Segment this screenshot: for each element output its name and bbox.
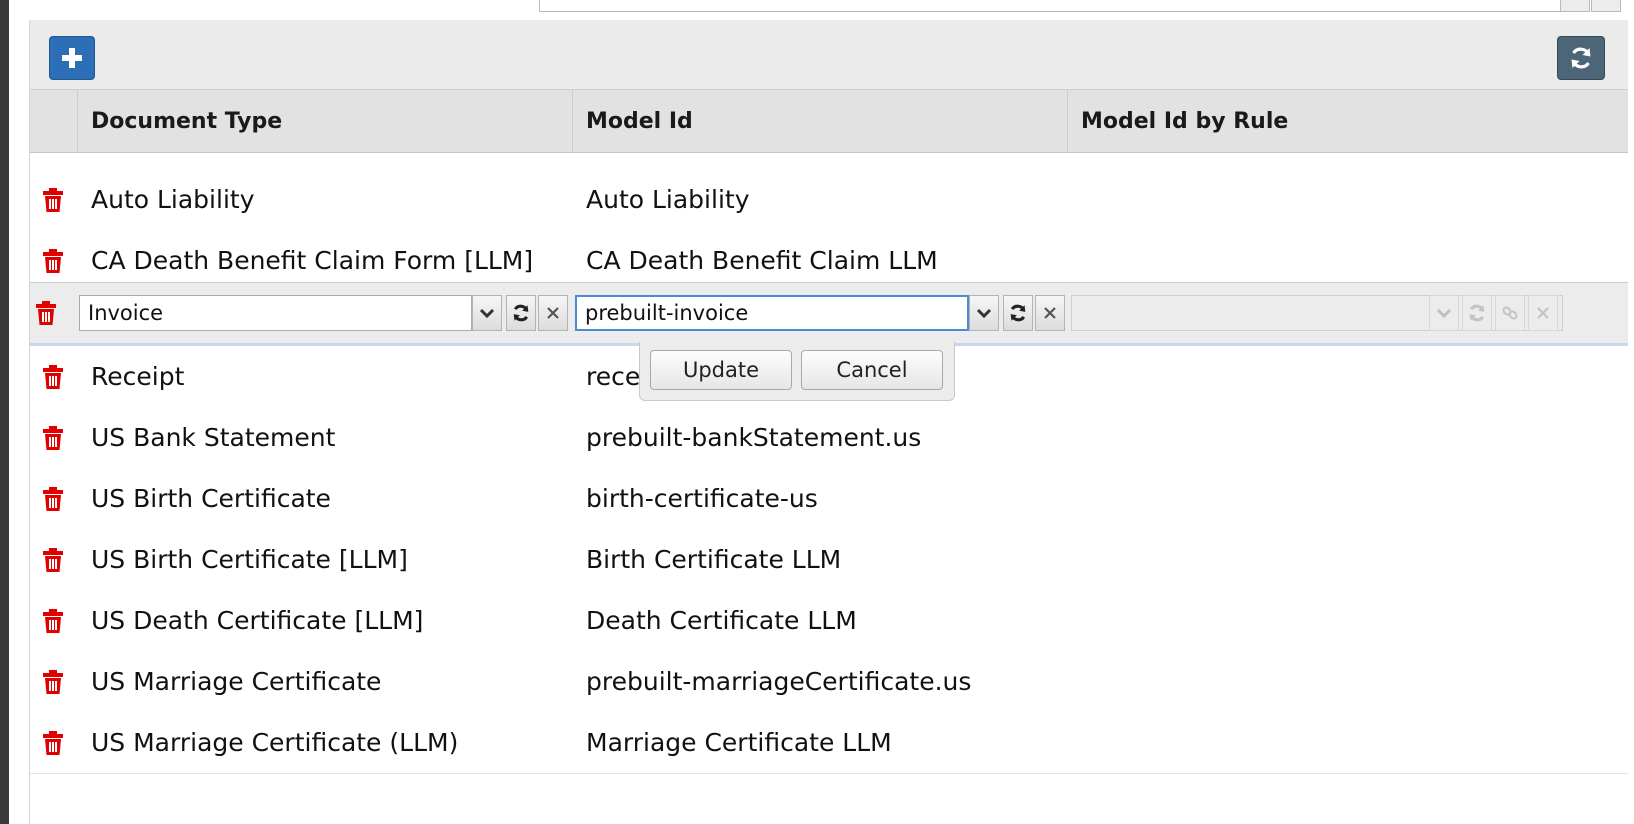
refresh-button[interactable] <box>1557 36 1605 80</box>
model-id-by-rule-combobox <box>1071 295 1563 331</box>
cell-document-type: US Marriage Certificate (LLM) <box>91 728 459 757</box>
dropdown-button <box>1429 295 1459 331</box>
clear-button[interactable] <box>1035 295 1065 331</box>
cell-document-type: US Death Certificate [LLM] <box>91 606 424 635</box>
column-header-document-type[interactable]: Document Type <box>77 90 573 152</box>
cell-document-type: US Birth Certificate [LLM] <box>91 545 408 574</box>
cell-document-type: US Birth Certificate <box>91 484 331 513</box>
delete-icon[interactable] <box>42 548 64 572</box>
top-field-button[interactable] <box>1560 0 1590 12</box>
delete-icon[interactable] <box>42 487 64 511</box>
chevron-down-icon <box>1436 308 1452 319</box>
document-type-input[interactable] <box>79 295 472 331</box>
refresh-icon <box>1010 304 1026 322</box>
delete-icon[interactable] <box>42 609 64 633</box>
cell-model-id: Auto Liability <box>586 185 750 214</box>
cell-model-id: Death Certificate LLM <box>586 606 857 635</box>
top-strip <box>9 0 1634 20</box>
chevron-down-icon <box>479 308 495 319</box>
grid-panel: Document Type Model Id Model Id by Rule … <box>29 20 1628 824</box>
delete-icon[interactable] <box>35 301 57 325</box>
cell-model-id: prebuilt-marriageCertificate.us <box>586 667 972 696</box>
table-row[interactable]: US Bank Statement prebuilt-bankStatement… <box>30 407 1628 469</box>
dropdown-button[interactable] <box>969 295 999 331</box>
edit-popup: Update Cancel <box>639 342 955 401</box>
chevron-down-icon <box>976 308 992 319</box>
plus-icon <box>62 48 82 68</box>
delete-icon[interactable] <box>42 731 64 755</box>
cell-document-type: US Bank Statement <box>91 423 336 452</box>
link-icon <box>1502 306 1518 320</box>
refresh-icon <box>1571 47 1591 69</box>
delete-icon[interactable] <box>42 365 64 389</box>
top-field[interactable] <box>539 0 1561 12</box>
document-type-combobox[interactable] <box>79 295 570 331</box>
grid-header: Document Type Model Id Model Id by Rule <box>30 89 1628 153</box>
delete-icon[interactable] <box>42 249 64 273</box>
top-field-button[interactable] <box>1591 0 1621 12</box>
reload-button[interactable] <box>506 295 536 331</box>
cell-model-id: recei <box>586 362 648 391</box>
table-row[interactable]: US Marriage Certificate prebuilt-marriag… <box>30 651 1628 713</box>
column-header-model-id[interactable]: Model Id <box>572 90 1068 152</box>
refresh-icon <box>513 304 529 322</box>
cancel-button[interactable]: Cancel <box>801 350 943 390</box>
clear-button <box>1528 295 1558 331</box>
table-row[interactable]: US Birth Certificate birth-certificate-u… <box>30 468 1628 530</box>
update-button[interactable]: Update <box>650 350 792 390</box>
delete-icon[interactable] <box>42 426 64 450</box>
delete-icon[interactable] <box>42 188 64 212</box>
cell-document-type: Auto Liability <box>91 185 255 214</box>
cell-document-type: Receipt <box>91 362 185 391</box>
delete-icon[interactable] <box>42 670 64 694</box>
close-icon <box>1537 307 1549 319</box>
cell-model-id: birth-certificate-us <box>586 484 818 513</box>
table-row[interactable]: Auto Liability Auto Liability <box>30 169 1628 231</box>
window-edge <box>0 0 9 824</box>
cell-model-id: Marriage Certificate LLM <box>586 728 892 757</box>
clear-button[interactable] <box>538 295 568 331</box>
reload-button[interactable] <box>1003 295 1033 331</box>
table-row[interactable]: US Marriage Certificate (LLM) Marriage C… <box>30 712 1628 774</box>
cell-document-type: US Marriage Certificate <box>91 667 382 696</box>
grid-toolbar <box>30 20 1628 89</box>
model-id-combobox[interactable] <box>575 295 1067 331</box>
model-id-input[interactable] <box>575 295 969 331</box>
link-button <box>1495 295 1525 331</box>
table-row[interactable]: US Death Certificate [LLM] Death Certifi… <box>30 590 1628 652</box>
close-icon <box>547 307 559 319</box>
cell-model-id: prebuilt-bankStatement.us <box>586 423 922 452</box>
table-row[interactable]: US Birth Certificate [LLM] Birth Certifi… <box>30 529 1628 591</box>
edit-row[interactable] <box>30 282 1628 347</box>
column-header-model-id-by-rule[interactable]: Model Id by Rule <box>1067 90 1628 152</box>
cell-model-id: Birth Certificate LLM <box>586 545 842 574</box>
dropdown-button[interactable] <box>472 295 502 331</box>
add-row-button[interactable] <box>49 36 95 80</box>
reload-button <box>1462 295 1492 331</box>
close-icon <box>1044 307 1056 319</box>
refresh-icon <box>1469 304 1485 322</box>
